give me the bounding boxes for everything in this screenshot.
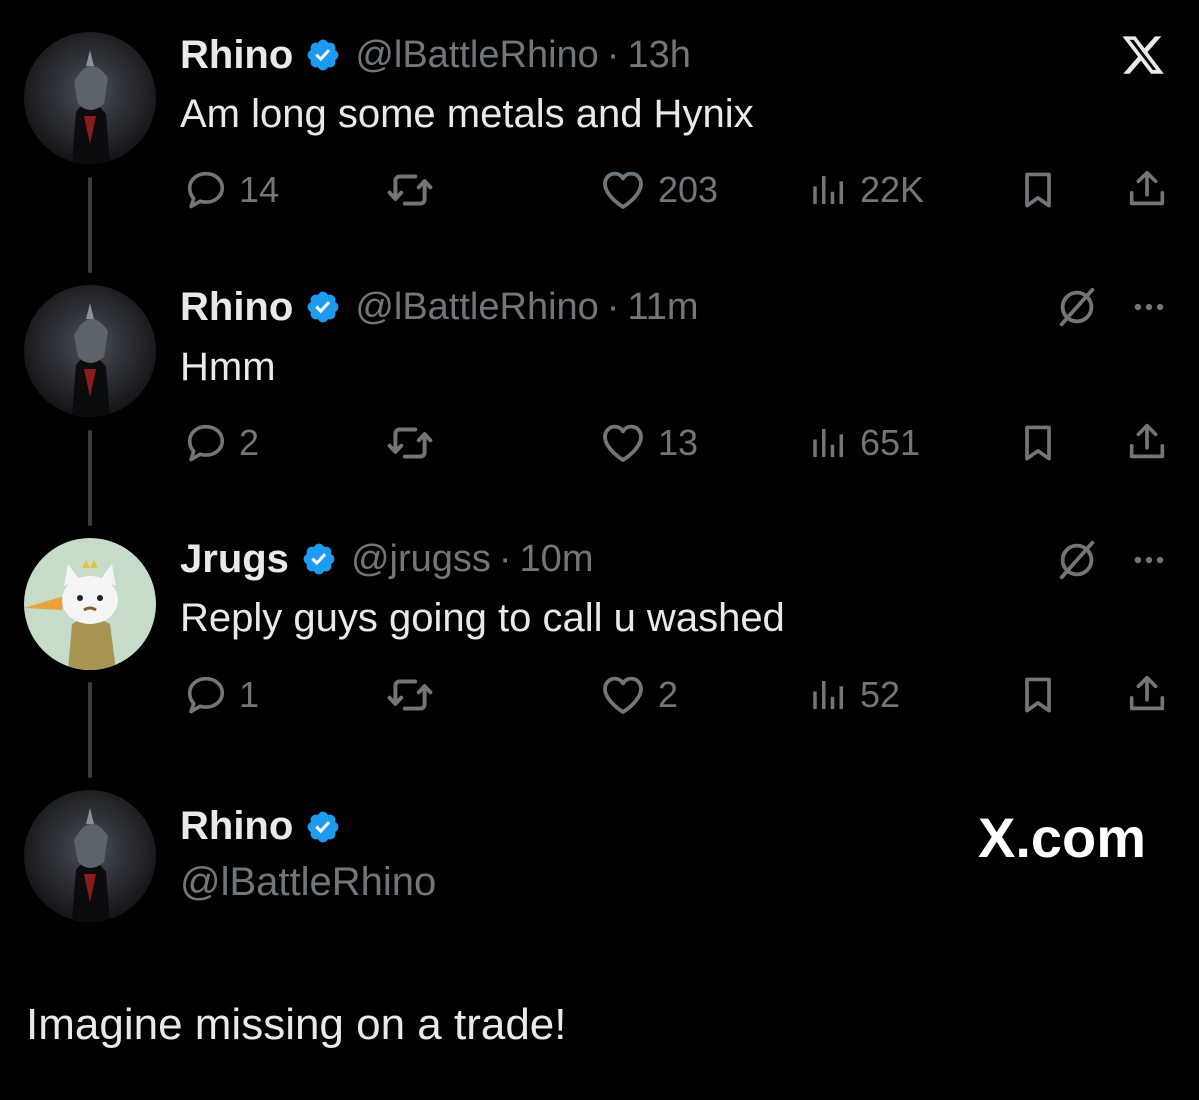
heart-icon bbox=[598, 419, 648, 467]
tweet-header: Rhino @lBattleRhino · 13h bbox=[180, 30, 691, 80]
views-button[interactable]: 52 bbox=[808, 670, 900, 720]
tweet-text: Am long some metals and Hynix bbox=[180, 92, 754, 136]
retweet-button[interactable] bbox=[385, 418, 435, 468]
reply-button[interactable]: 1 bbox=[183, 670, 259, 720]
grok-icon[interactable] bbox=[1054, 537, 1100, 583]
rhino-avatar-icon bbox=[24, 32, 156, 164]
cat-avatar-icon bbox=[24, 538, 156, 670]
handle[interactable]: @lBattleRhino bbox=[355, 34, 598, 77]
retweet-button[interactable] bbox=[385, 670, 435, 720]
bookmark-icon[interactable] bbox=[1016, 672, 1060, 718]
thread-line bbox=[88, 682, 92, 778]
separator-dot: · bbox=[606, 285, 620, 328]
views-icon bbox=[808, 674, 850, 716]
heart-icon bbox=[598, 166, 648, 214]
avatar-rhino[interactable] bbox=[24, 32, 156, 164]
display-name[interactable]: Jrugs bbox=[180, 537, 289, 582]
retweet-icon bbox=[385, 670, 435, 720]
timestamp[interactable]: 11m bbox=[627, 286, 698, 329]
like-button[interactable]: 13 bbox=[598, 418, 698, 468]
avatar-rhino[interactable] bbox=[24, 285, 156, 417]
thread-line bbox=[88, 177, 92, 273]
display-name[interactable]: Rhino bbox=[180, 285, 293, 330]
reply-icon bbox=[183, 420, 229, 466]
retweet-icon bbox=[385, 418, 435, 468]
tweet-text: Imagine missing on a trade! bbox=[26, 1000, 567, 1049]
verified-icon bbox=[301, 541, 337, 577]
like-button[interactable]: 2 bbox=[598, 670, 678, 720]
avatar-rhino[interactable] bbox=[24, 790, 156, 922]
reply-button[interactable]: 14 bbox=[183, 165, 279, 215]
handle[interactable]: @lBattleRhino bbox=[180, 860, 436, 905]
thread-line bbox=[88, 430, 92, 526]
reply-button[interactable]: 2 bbox=[183, 418, 259, 468]
views-button[interactable]: 651 bbox=[808, 418, 920, 468]
handle[interactable]: @lBattleRhino bbox=[355, 286, 598, 329]
separator-dot: · bbox=[498, 537, 512, 580]
views-icon bbox=[808, 169, 850, 211]
handle[interactable]: @jrugss bbox=[351, 538, 491, 581]
views-icon bbox=[808, 422, 850, 464]
more-options-icon[interactable] bbox=[1128, 288, 1170, 326]
view-count: 651 bbox=[860, 422, 921, 463]
tweet-text: Hmm bbox=[180, 345, 276, 389]
avatar-jrugs[interactable] bbox=[24, 538, 156, 670]
views-button[interactable]: 22K bbox=[808, 165, 924, 215]
rhino-avatar-icon bbox=[24, 790, 156, 922]
display-name[interactable]: Rhino bbox=[180, 33, 293, 78]
bookmark-icon[interactable] bbox=[1016, 420, 1060, 466]
like-count: 13 bbox=[658, 422, 699, 463]
timestamp[interactable]: 10m bbox=[520, 538, 594, 581]
reply-count: 1 bbox=[239, 674, 260, 715]
view-count: 52 bbox=[860, 674, 901, 715]
bookmark-icon[interactable] bbox=[1016, 167, 1060, 213]
verified-icon bbox=[305, 809, 341, 845]
share-icon[interactable] bbox=[1124, 670, 1170, 718]
display-name[interactable]: Rhino bbox=[180, 804, 293, 849]
reply-icon bbox=[183, 672, 229, 718]
more-options-icon[interactable] bbox=[1128, 541, 1170, 579]
reply-count: 14 bbox=[239, 169, 280, 210]
retweet-icon bbox=[385, 165, 435, 215]
reply-icon bbox=[183, 167, 229, 213]
verified-icon bbox=[305, 37, 341, 73]
x-logo-icon bbox=[1118, 32, 1168, 78]
heart-icon bbox=[598, 671, 648, 719]
view-count: 22K bbox=[860, 169, 925, 210]
reply-count: 2 bbox=[239, 422, 260, 463]
x-brand-label: X.com bbox=[978, 806, 1147, 869]
retweet-button[interactable] bbox=[385, 165, 435, 215]
like-count: 2 bbox=[658, 674, 679, 715]
tweet-header: Jrugs @jrugss · 10m bbox=[180, 534, 593, 584]
verified-icon bbox=[305, 289, 341, 325]
rhino-avatar-icon bbox=[24, 285, 156, 417]
share-icon[interactable] bbox=[1124, 165, 1170, 213]
like-button[interactable]: 203 bbox=[598, 165, 718, 215]
share-icon[interactable] bbox=[1124, 418, 1170, 466]
separator-dot: · bbox=[606, 33, 620, 76]
grok-icon[interactable] bbox=[1054, 284, 1100, 330]
timestamp[interactable]: 13h bbox=[627, 34, 690, 77]
quote-header: Rhino bbox=[180, 804, 355, 849]
like-count: 203 bbox=[658, 169, 719, 210]
tweet-header: Rhino @lBattleRhino · 11m bbox=[180, 282, 699, 332]
tweet-text: Reply guys going to call u washed bbox=[180, 596, 785, 640]
